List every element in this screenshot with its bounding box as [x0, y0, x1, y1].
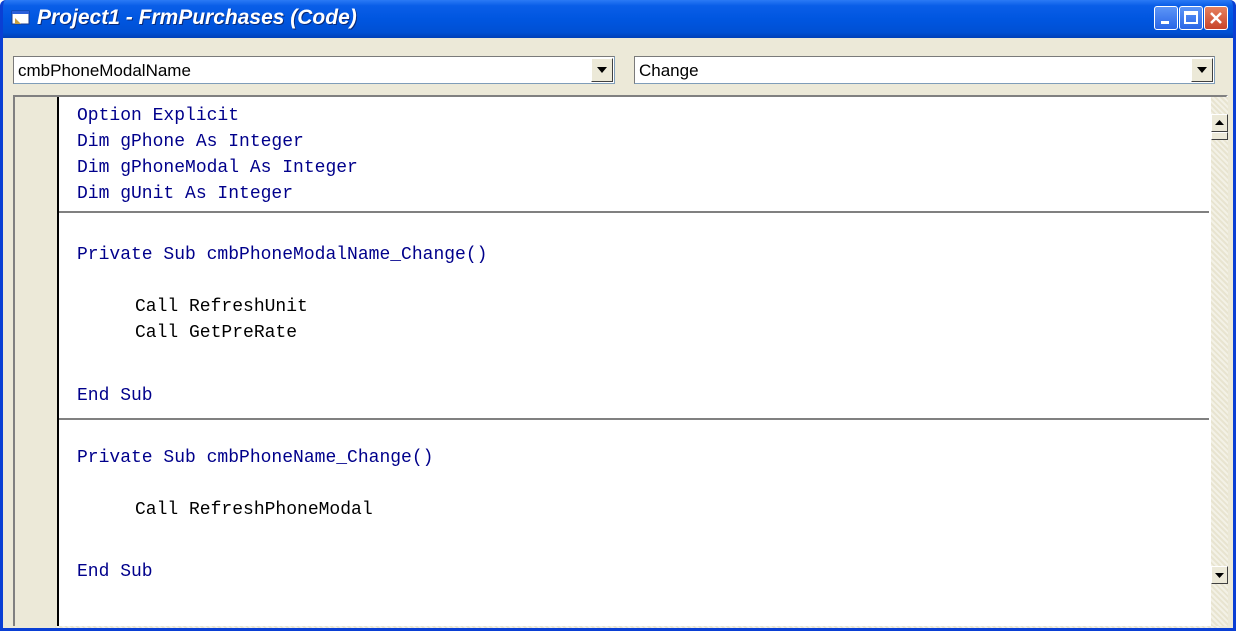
maximize-button[interactable] — [1179, 6, 1203, 30]
horizontal-scrollbar[interactable] — [55, 626, 1220, 628]
close-icon — [1210, 12, 1222, 24]
code-text: Call RefreshPhoneModal — [135, 500, 373, 520]
window-title: Project1 - FrmPurchases (Code) — [37, 6, 357, 29]
code-text: Dim gUnit As Integer — [77, 184, 294, 204]
code-area[interactable]: Option Explicit Dim gPhone As Integer Di… — [59, 97, 1209, 628]
code-text: Dim gPhone As Integer — [77, 132, 304, 152]
procedure-combo-dropdown-button[interactable] — [1191, 58, 1213, 82]
margin-indicator-bar[interactable] — [15, 97, 59, 628]
code-line: Dim gPhoneModal As Integer — [77, 158, 358, 184]
code-line: End Sub — [77, 562, 153, 588]
code-window: Project1 - FrmPurchases (Code) cmbPhoneM… — [0, 0, 1236, 631]
code-text: Dim gPhoneModal As Integer — [77, 158, 358, 178]
scroll-thumb[interactable] — [1211, 132, 1228, 140]
code-line: Call RefreshUnit — [135, 297, 308, 323]
bottom-bar — [3, 626, 1233, 628]
chevron-down-icon — [1197, 67, 1207, 73]
code-text: End Sub — [77, 386, 153, 406]
code-line: End Sub — [77, 386, 153, 412]
title-bar[interactable]: Project1 - FrmPurchases (Code) — [3, 0, 1233, 38]
code-text: End Sub — [77, 562, 153, 582]
code-line: Call GetPreRate — [135, 323, 297, 349]
procedure-combo-value: Change — [639, 61, 699, 80]
code-text: Private Sub cmbPhoneModalName_Change() — [77, 245, 488, 265]
code-text: Call RefreshUnit — [135, 297, 308, 317]
procedure-separator — [59, 418, 1209, 420]
code-line: Private Sub cmbPhoneName_Change() — [77, 448, 433, 474]
vb-form-icon — [11, 10, 30, 25]
client-area: cmbPhoneModalName Change Option Explicit… — [3, 38, 1233, 628]
code-editor[interactable]: Option Explicit Dim gPhone As Integer Di… — [13, 95, 1228, 628]
code-text: Private Sub cmbPhoneName_Change() — [77, 448, 434, 468]
procedure-combo[interactable]: Change — [634, 56, 1215, 84]
chevron-down-icon — [597, 67, 607, 73]
procedure-separator — [59, 211, 1209, 213]
code-text: Option Explicit — [77, 106, 240, 126]
object-combo-value: cmbPhoneModalName — [18, 61, 191, 80]
scroll-down-button[interactable] — [1211, 566, 1228, 584]
minimize-icon — [1161, 21, 1169, 24]
maximize-icon — [1184, 11, 1198, 24]
code-line: Private Sub cmbPhoneModalName_Change() — [77, 245, 487, 271]
code-line: Call RefreshPhoneModal — [135, 500, 373, 526]
close-button[interactable] — [1204, 6, 1228, 30]
code-line: Dim gPhone As Integer — [77, 132, 304, 158]
vertical-scrollbar[interactable] — [1211, 97, 1228, 628]
object-combo-dropdown-button[interactable] — [591, 58, 613, 82]
code-line: Dim gUnit As Integer — [77, 184, 293, 210]
arrow-down-icon — [1215, 573, 1224, 578]
code-text: Call GetPreRate — [135, 323, 298, 343]
arrow-up-icon — [1215, 120, 1224, 125]
code-line: Option Explicit — [77, 106, 239, 132]
minimize-button[interactable] — [1154, 6, 1178, 30]
object-combo[interactable]: cmbPhoneModalName — [13, 56, 615, 84]
scroll-up-button[interactable] — [1211, 114, 1228, 132]
